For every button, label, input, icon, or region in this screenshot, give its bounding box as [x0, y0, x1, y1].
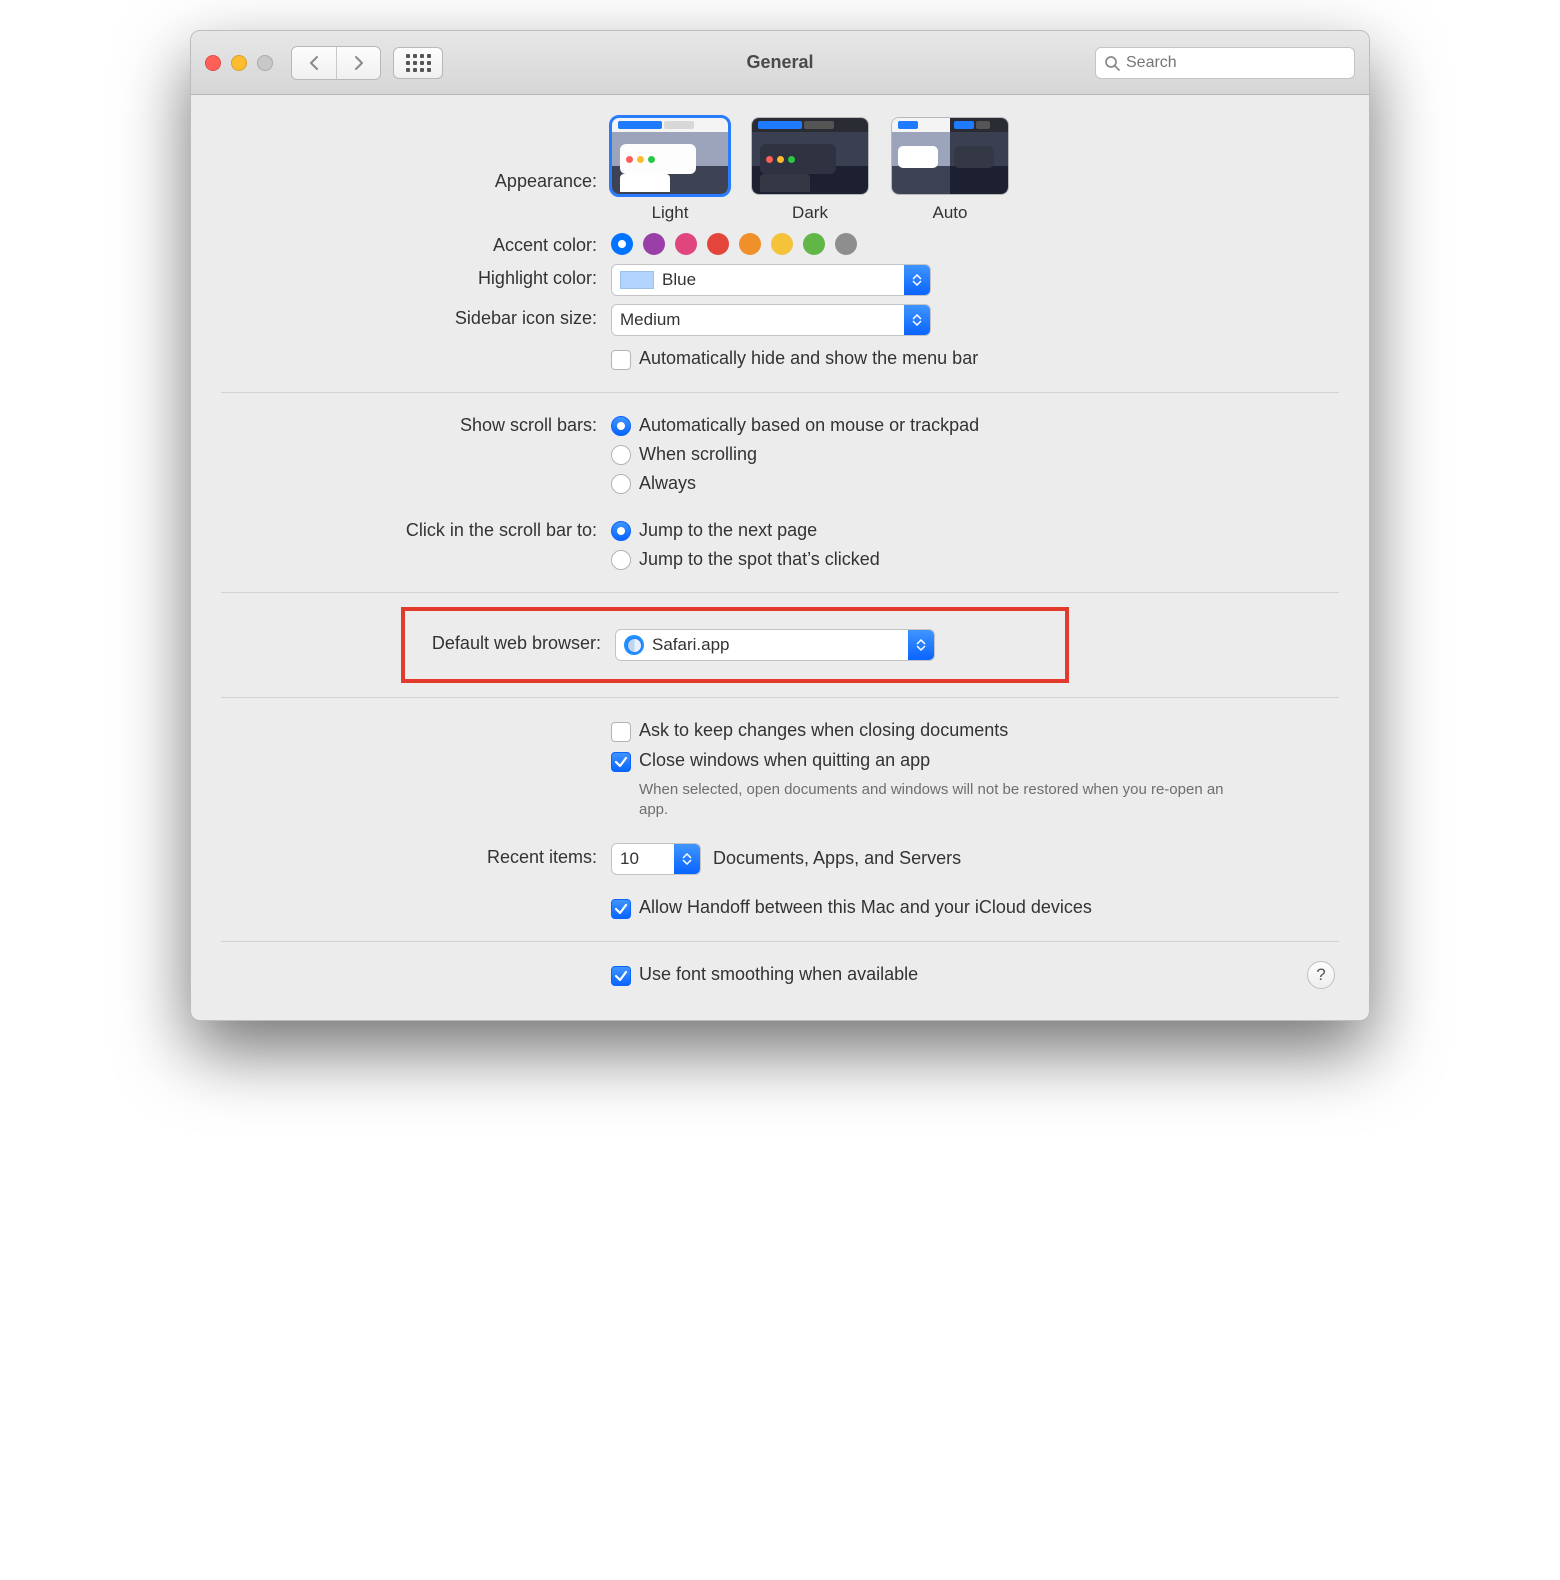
default-browser-value: Safari.app	[652, 635, 766, 655]
divider	[221, 697, 1339, 698]
titlebar: General	[191, 31, 1369, 95]
accent-swatch-6[interactable]	[803, 233, 825, 255]
sidebar-icon-size-label: Sidebar icon size:	[191, 304, 611, 329]
autohide-menubar-checkbox[interactable]	[611, 350, 631, 370]
preferences-window: General Appearance: Light	[190, 30, 1370, 1021]
window-controls	[205, 55, 273, 71]
sidebar-icon-size-popup[interactable]: Medium	[611, 304, 931, 336]
click-scroll-option-0[interactable]: Jump to the next page	[611, 516, 1339, 545]
close-window-button[interactable]	[205, 55, 221, 71]
appearance-option-auto[interactable]: Auto	[891, 117, 1009, 223]
click-scroll-radio-1[interactable]	[611, 550, 631, 570]
scrollbars-option-label-1: When scrolling	[639, 444, 757, 465]
search-icon	[1104, 55, 1120, 71]
documents-row: Ask to keep changes when closing documen…	[191, 712, 1369, 829]
click-scroll-label: Click in the scroll bar to:	[191, 516, 611, 541]
appearance-option-auto-label: Auto	[891, 203, 1009, 223]
click-scroll-row: Click in the scroll bar to: Jump to the …	[191, 512, 1369, 578]
accent-swatch-2[interactable]	[675, 233, 697, 255]
font-smoothing-row: Use font smoothing when available ?	[191, 956, 1369, 994]
close-windows-checkbox[interactable]	[611, 752, 631, 772]
scrollbars-radio-2[interactable]	[611, 474, 631, 494]
highlight-value: Blue	[662, 270, 732, 290]
handoff-label: Allow Handoff between this Mac and your …	[639, 897, 1092, 918]
sidebar-icon-size-row: Sidebar icon size: Medium Automatically …	[191, 300, 1369, 378]
accent-swatch-7[interactable]	[835, 233, 857, 255]
highlight-color-row: Highlight color: Blue	[191, 260, 1369, 300]
recent-items-value: 10	[620, 849, 675, 869]
appearance-thumb-auto	[891, 117, 1009, 195]
grid-icon	[406, 54, 431, 72]
stepper-icon	[904, 265, 930, 295]
highlight-color-label: Highlight color:	[191, 264, 611, 289]
fullscreen-window-button	[257, 55, 273, 71]
autohide-menubar-label: Automatically hide and show the menu bar	[639, 348, 978, 369]
content: Appearance: Light	[191, 95, 1369, 1020]
appearance-row: Appearance: Light	[191, 113, 1369, 227]
nav-back-forward	[291, 46, 381, 80]
appearance-option-light-label: Light	[611, 203, 729, 223]
scrollbars-option-label-0: Automatically based on mouse or trackpad	[639, 415, 979, 436]
stepper-icon	[904, 305, 930, 335]
accent-swatch-5[interactable]	[771, 233, 793, 255]
show-all-button[interactable]	[393, 47, 443, 79]
divider	[221, 392, 1339, 393]
font-smoothing-label: Use font smoothing when available	[639, 964, 918, 985]
help-button[interactable]: ?	[1307, 961, 1335, 989]
scroll-bars-row: Show scroll bars: Automatically based on…	[191, 407, 1369, 502]
click-scroll-radio-0[interactable]	[611, 521, 631, 541]
back-button[interactable]	[292, 47, 336, 79]
stepper-icon	[674, 844, 700, 874]
recent-items-row: Recent items: 10 Documents, Apps, and Se…	[191, 839, 1369, 927]
accent-swatch-0[interactable]	[611, 233, 633, 255]
appearance-thumb-dark	[751, 117, 869, 195]
default-browser-row: Default web browser: Safari.app	[405, 629, 1065, 661]
scrollbars-option-2[interactable]: Always	[611, 469, 1339, 498]
font-smoothing-checkbox[interactable]	[611, 966, 631, 986]
click-scroll-option-label-0: Jump to the next page	[639, 520, 817, 541]
scrollbars-option-1[interactable]: When scrolling	[611, 440, 1339, 469]
recent-items-suffix: Documents, Apps, and Servers	[713, 848, 961, 869]
search-input[interactable]	[1126, 54, 1346, 72]
appearance-option-dark-label: Dark	[751, 203, 869, 223]
click-scroll-option-1[interactable]: Jump to the spot that’s clicked	[611, 545, 1339, 574]
default-browser-highlight: Default web browser: Safari.app	[401, 607, 1069, 683]
accent-color-label: Accent color:	[191, 231, 611, 256]
chevron-left-icon	[308, 55, 320, 71]
scrollbars-option-0[interactable]: Automatically based on mouse or trackpad	[611, 411, 1339, 440]
ask-keep-checkbox[interactable]	[611, 722, 631, 742]
accent-color-row: Accent color:	[191, 227, 1369, 260]
scroll-bars-label: Show scroll bars:	[191, 411, 611, 436]
default-browser-popup[interactable]: Safari.app	[615, 629, 935, 661]
close-windows-hint: When selected, open documents and window…	[611, 776, 1231, 825]
ask-keep-label: Ask to keep changes when closing documen…	[639, 720, 1008, 741]
sidebar-icon-size-value: Medium	[620, 310, 716, 330]
minimize-window-button[interactable]	[231, 55, 247, 71]
close-windows-label: Close windows when quitting an app	[639, 750, 930, 771]
appearance-thumb-light	[611, 117, 729, 195]
chevron-right-icon	[353, 55, 365, 71]
click-scroll-option-label-1: Jump to the spot that’s clicked	[639, 549, 880, 570]
scrollbars-option-label-2: Always	[639, 473, 696, 494]
appearance-option-dark[interactable]: Dark	[751, 117, 869, 223]
forward-button[interactable]	[336, 47, 380, 79]
accent-swatch-4[interactable]	[739, 233, 761, 255]
accent-swatch-1[interactable]	[643, 233, 665, 255]
divider	[221, 592, 1339, 593]
highlight-color-popup[interactable]: Blue	[611, 264, 931, 296]
highlight-swatch	[620, 271, 654, 289]
recent-items-label: Recent items:	[191, 843, 611, 868]
stepper-icon	[908, 630, 934, 660]
handoff-checkbox[interactable]	[611, 899, 631, 919]
recent-items-popup[interactable]: 10	[611, 843, 701, 875]
scrollbars-radio-1[interactable]	[611, 445, 631, 465]
scrollbars-radio-0[interactable]	[611, 416, 631, 436]
default-browser-label: Default web browser:	[405, 629, 615, 654]
accent-swatch-3[interactable]	[707, 233, 729, 255]
appearance-option-light[interactable]: Light	[611, 117, 729, 223]
search-field[interactable]	[1095, 47, 1355, 79]
safari-icon	[624, 635, 644, 655]
divider	[221, 941, 1339, 942]
appearance-label: Appearance:	[191, 117, 611, 192]
